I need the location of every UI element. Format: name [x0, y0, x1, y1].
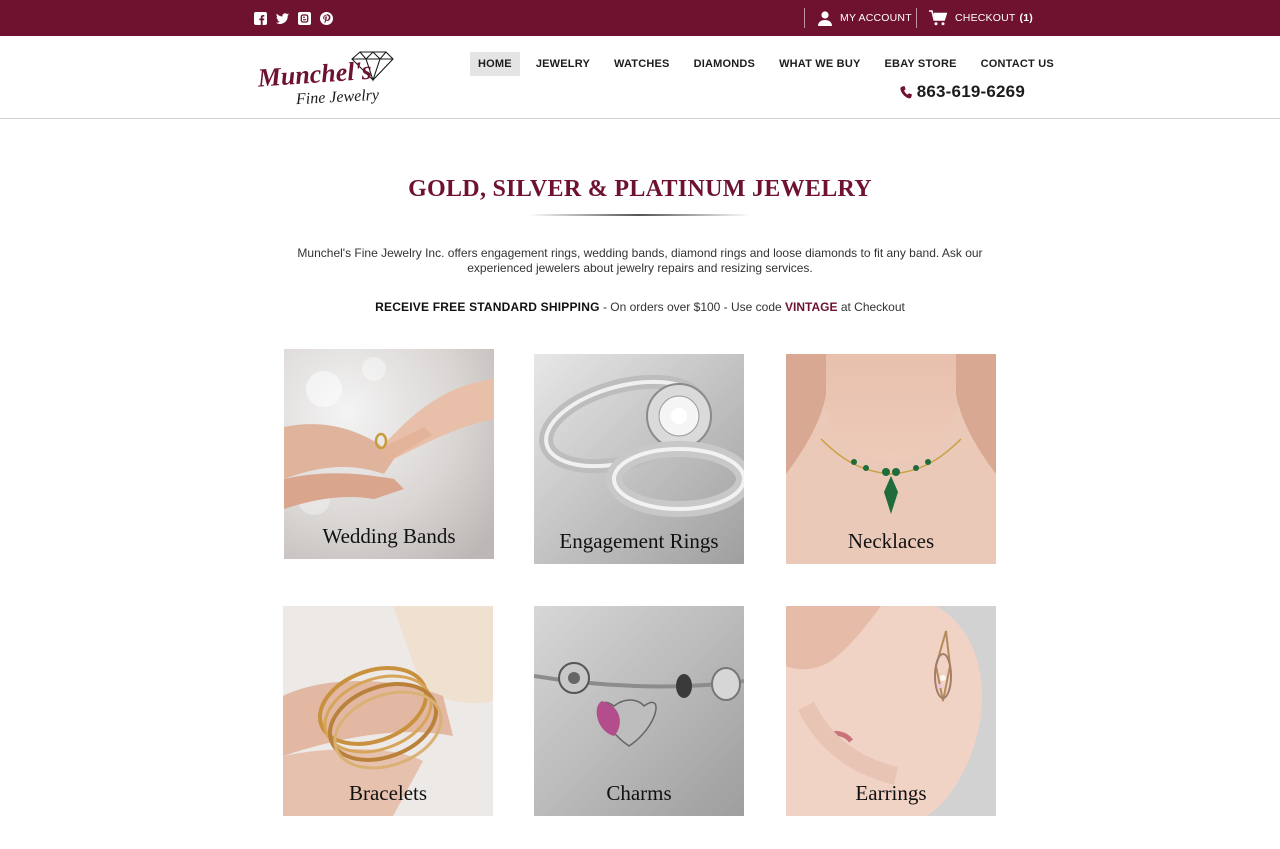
intro-text: Munchel's Fine Jewelry Inc. offers engag… [297, 246, 983, 275]
user-icon [818, 11, 832, 26]
shipping-promo: RECEIVE FREE STANDARD SHIPPING - On orde… [0, 300, 1280, 314]
my-account-link[interactable]: MY ACCOUNT [804, 0, 912, 36]
category-earrings[interactable]: Earrings [786, 606, 996, 816]
title-divider [528, 214, 750, 216]
promo-code: VINTAGE [785, 300, 838, 314]
shipping-headline: RECEIVE FREE STANDARD SHIPPING [375, 300, 600, 314]
nav-jewelry[interactable]: JEWELRY [528, 52, 598, 76]
nav-what-we-buy[interactable]: WHAT WE BUY [771, 52, 868, 76]
pinterest-icon[interactable] [320, 12, 333, 25]
my-account-label: MY ACCOUNT [840, 12, 912, 24]
nav-ebay-store[interactable]: EBAY STORE [877, 52, 965, 76]
category-label: Earrings [855, 781, 927, 805]
facebook-icon[interactable] [254, 12, 267, 25]
main-nav: HOME JEWELRY WATCHES DIAMONDS WHAT WE BU… [470, 52, 1062, 76]
category-label: Bracelets [348, 781, 428, 805]
site-header: Munchel's Fine Jewelry HOME JEWELRY WATC… [0, 36, 1280, 119]
phone-text: 863-619-6269 [916, 82, 1025, 101]
checkout-link[interactable]: CHECKOUT (1) [916, 0, 1033, 36]
category-label: Wedding Bands [322, 524, 456, 548]
nav-diamonds[interactable]: DIAMONDS [686, 52, 764, 76]
category-necklaces[interactable]: Necklaces [786, 354, 996, 564]
logo-subtitle: Fine Jewelry [295, 87, 381, 106]
nav-home[interactable]: HOME [470, 52, 520, 76]
twitter-icon[interactable] [276, 12, 289, 25]
nav-watches[interactable]: WATCHES [606, 52, 678, 76]
checkout-label: CHECKOUT [955, 12, 1016, 24]
category-label: Necklaces [847, 529, 935, 553]
munchels-logo[interactable]: Munchel's Fine Jewelry [256, 50, 396, 106]
nav-contact-us[interactable]: CONTACT US [973, 52, 1062, 76]
page-title: GOLD, SILVER & PLATINUM JEWELRY [408, 176, 872, 202]
category-engagement-rings[interactable]: Engagement Rings [534, 354, 744, 564]
shipping-detail-end: at Checkout [837, 300, 905, 314]
social-links [254, 12, 333, 25]
category-wedding-bands[interactable]: Wedding Bands [284, 349, 494, 559]
phone-number[interactable]: 863-619-6269 [900, 82, 1025, 102]
phone-icon [900, 85, 912, 98]
blogger-icon[interactable] [298, 12, 311, 25]
cart-count: (1) [1019, 12, 1033, 24]
top-bar: MY ACCOUNT CHECKOUT (1) [0, 0, 1280, 36]
category-label: Engagement Rings [559, 529, 719, 553]
cart-icon [929, 10, 948, 26]
divider [804, 8, 805, 28]
divider [916, 8, 917, 28]
category-label: Charms [606, 781, 672, 805]
shipping-detail: - On orders over $100 - Use code [599, 300, 786, 314]
category-bracelets[interactable]: Bracelets [283, 606, 493, 816]
category-charms[interactable]: Charms [534, 606, 744, 816]
